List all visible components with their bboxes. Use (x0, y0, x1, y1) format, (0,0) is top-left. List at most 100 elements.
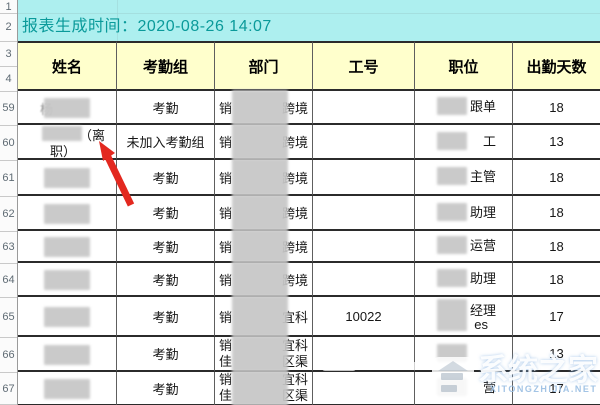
cell-position-r65[interactable]: 经理 es (415, 297, 513, 337)
redaction-blur (437, 131, 467, 150)
cell-position-r63[interactable]: 运营 (415, 231, 513, 263)
cell-position-r67[interactable]: 营 (415, 372, 513, 405)
row-number-gutter: 1 2 3 4 59 60 61 62 63 64 65 66 67 (0, 0, 18, 405)
row-header-63[interactable]: 63 (0, 231, 17, 263)
row-header-2[interactable]: 2 (0, 13, 17, 41)
cell-days-r60[interactable]: 13 (513, 125, 600, 160)
redaction-blur (44, 270, 90, 290)
report-generated-time: 报表生成时间：2020-08-26 14:07 (22, 18, 272, 35)
row-header-4[interactable]: 4 (0, 66, 17, 91)
cell-dept-r62[interactable]: 销跨境 (215, 195, 313, 231)
redaction-blur (232, 336, 288, 372)
redaction-blur (437, 299, 467, 331)
cell-dept-r61[interactable]: 销跨境 (215, 159, 313, 196)
cell-empid-r59[interactable] (313, 91, 415, 125)
cell-dept-r59[interactable]: 销跨境 (215, 90, 313, 125)
cell-position-r61[interactable]: 主管 (415, 160, 513, 196)
name-text: 职） (50, 144, 77, 159)
redaction-blur (437, 236, 467, 254)
position-text: 主管 (469, 169, 496, 184)
row-header-3[interactable]: 3 (0, 41, 17, 66)
cell-empid-r62[interactable] (313, 196, 415, 231)
cell-empid-r66[interactable] (313, 337, 415, 372)
redaction-blur (44, 168, 90, 188)
redaction-blur (44, 98, 90, 118)
cell-days-r66[interactable]: 13 (513, 337, 600, 372)
cell-days-r61[interactable]: 18 (513, 160, 600, 196)
row-header-62[interactable]: 62 (0, 196, 17, 231)
redaction-blur (232, 159, 288, 196)
row-header-1[interactable]: 1 (0, 0, 17, 13)
cell-empid-r63[interactable] (313, 231, 415, 263)
spreadsheet: 1 2 3 4 59 60 61 62 63 64 65 66 67 报表生成时间：2020-08-26… (0, 0, 600, 405)
dept-prefix: 销 (219, 135, 233, 150)
cell-name-r66[interactable] (18, 337, 117, 372)
redaction-blur (232, 90, 288, 125)
cell-days-r59[interactable]: 18 (513, 91, 600, 125)
cell-group-r59[interactable]: 考勤 (117, 91, 215, 125)
redaction-blur (437, 202, 467, 221)
cell-group-r66[interactable]: 考勤 (117, 337, 215, 372)
cell-name-r59[interactable]: 杨 (18, 91, 117, 125)
cell-empid-r64[interactable] (313, 263, 415, 297)
row-header-59[interactable]: 59 (0, 91, 17, 125)
redaction-blur (232, 371, 288, 405)
column-header-name[interactable]: 姓名 (18, 41, 117, 91)
column-header-empid[interactable]: 工号 (313, 41, 415, 91)
cell-name-r63[interactable] (18, 231, 117, 263)
dept-prefix: 销 (219, 206, 233, 221)
row-header-64[interactable]: 64 (0, 263, 17, 297)
cell-empid-r61[interactable] (313, 160, 415, 196)
cell-days-r67[interactable]: 17 (513, 372, 600, 405)
cell-empid-r65[interactable]: 10022 (313, 297, 415, 337)
cell-empid-r60[interactable] (313, 125, 415, 160)
redaction-blur (44, 379, 90, 399)
cell-name-r64[interactable] (18, 263, 117, 297)
cell-dept-r64[interactable]: 销跨境 (215, 262, 313, 297)
dept-prefix: 佳 (219, 388, 233, 403)
cell-days-r62[interactable]: 18 (513, 196, 600, 231)
position-text: 营 (482, 380, 496, 395)
row-header-60[interactable]: 60 (0, 125, 17, 160)
cell-dept-r63[interactable]: 销跨境 (215, 230, 313, 263)
dept-prefix: 销 (219, 170, 233, 186)
cell-group-r63[interactable]: 考勤 (117, 231, 215, 263)
cell-group-r67[interactable]: 考勤 (117, 372, 215, 405)
cell-position-r66[interactable] (415, 337, 513, 372)
row-header-61[interactable]: 61 (0, 160, 17, 196)
row-header-67[interactable]: 67 (0, 372, 17, 405)
row-header-66[interactable]: 66 (0, 337, 17, 372)
cell-dept-r66[interactable]: 销宜科佳区渠 (215, 336, 313, 372)
column-header-days[interactable]: 出勤天数 (513, 41, 600, 91)
dept-prefix: 销 (219, 372, 233, 387)
cell-days-r64[interactable]: 18 (513, 263, 600, 297)
cell-days-r63[interactable]: 18 (513, 231, 600, 263)
cell-position-r60[interactable]: 工 (415, 125, 513, 160)
position-text: 助理 (469, 205, 496, 220)
row-header-65[interactable]: 65 (0, 297, 17, 337)
cell-dept-r65[interactable]: 销宜科 (215, 296, 313, 337)
cell-dept-r60[interactable]: 销跨境 (215, 124, 313, 160)
cell-group-r64[interactable]: 考勤 (117, 263, 215, 297)
dept-prefix: 销 (219, 239, 233, 255)
redaction-blur (437, 97, 467, 115)
cell-empid-r67[interactable] (313, 372, 415, 405)
cell-position-r59[interactable]: 跟单 (415, 91, 513, 125)
cell-name-r67[interactable] (18, 372, 117, 405)
column-header-group[interactable]: 考勤组 (117, 41, 215, 91)
redaction-blur (44, 344, 90, 365)
cell-dept-r67[interactable]: 销宜科佳区渠 (215, 371, 313, 405)
redaction-blur (44, 203, 90, 224)
position-text: es (474, 317, 488, 332)
redaction-blur (437, 269, 467, 287)
cell-name-r65[interactable] (18, 297, 117, 337)
column-header-position[interactable]: 职位 (415, 41, 513, 91)
cell-position-r62[interactable]: 助理 (415, 196, 513, 231)
position-text: 运营 (469, 238, 496, 253)
cell-position-r64[interactable]: 助理 (415, 263, 513, 297)
cell-group-r65[interactable]: 考勤 (117, 297, 215, 337)
position-text: 跟单 (469, 99, 496, 114)
dept-prefix: 佳 (219, 353, 233, 369)
column-header-dept[interactable]: 部门 (215, 41, 313, 91)
cell-days-r65[interactable]: 17 (513, 297, 600, 337)
